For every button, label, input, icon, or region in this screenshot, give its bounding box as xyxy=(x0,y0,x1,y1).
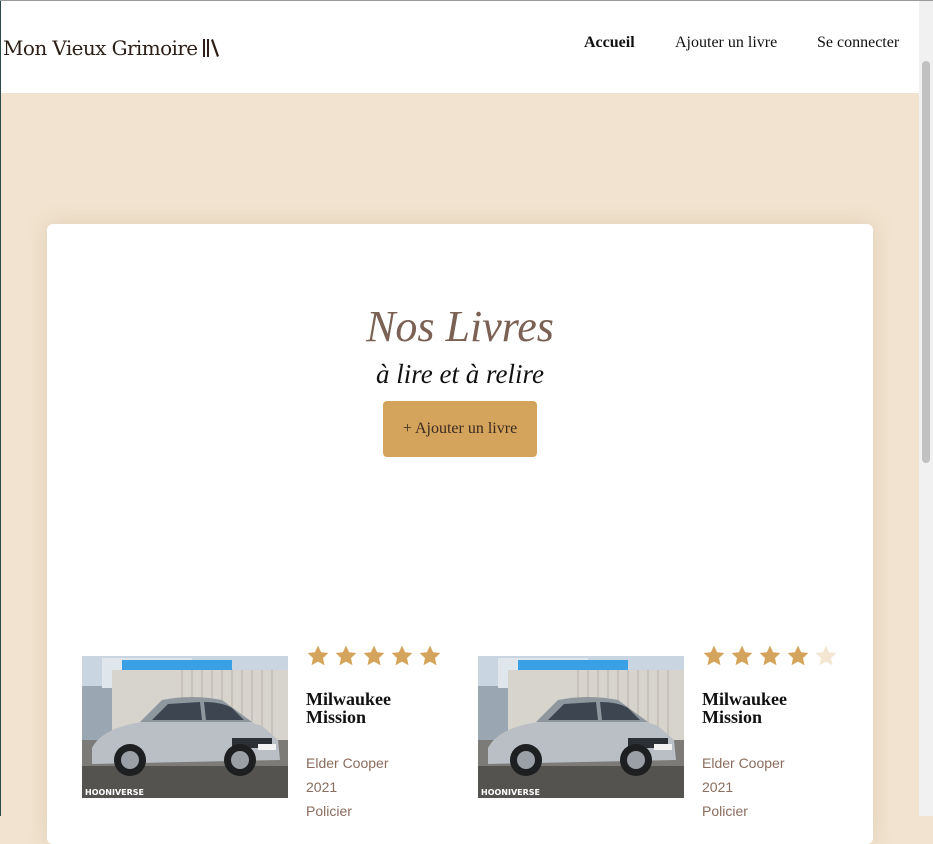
star-icon xyxy=(335,645,357,666)
star-icon xyxy=(787,645,809,666)
star-icon xyxy=(703,645,725,666)
book-card[interactable]: HOONIVERSE Milwaukee Mission Elder Coope… xyxy=(82,644,442,844)
scrollbar-thumb[interactable] xyxy=(922,61,930,463)
book-cover-image: HOONIVERSE xyxy=(478,656,684,798)
star-icon xyxy=(307,645,329,666)
add-book-button[interactable]: + Ajouter un livre xyxy=(383,401,537,457)
star-icon xyxy=(419,645,441,666)
rating-stars xyxy=(306,644,446,674)
star-icon xyxy=(363,645,385,666)
site-header: Mon Vieux Grimoire Accueil Ajouter un li… xyxy=(1,1,919,93)
book-author: Elder Cooper xyxy=(702,755,785,771)
nav-accueil[interactable]: Accueil xyxy=(584,34,635,52)
page-subtitle: à lire et à relire xyxy=(376,359,544,389)
book-title: Milwaukee Mission xyxy=(702,689,787,727)
window-left-border xyxy=(0,1,1,816)
book-genre: Policier xyxy=(702,803,748,819)
book-year: 2021 xyxy=(702,779,734,795)
rating-stars xyxy=(702,644,842,674)
star-icon xyxy=(731,645,753,666)
page-title: Nos Livres xyxy=(366,302,554,351)
book-year: 2021 xyxy=(306,779,338,795)
star-icon xyxy=(391,645,413,666)
books-logo-icon xyxy=(202,38,220,63)
book-card[interactable]: HOONIVERSE Milwaukee Mission Elder Coope… xyxy=(478,644,838,844)
book-genre: Policier xyxy=(306,803,352,819)
nav-ajouter-livre[interactable]: Ajouter un livre xyxy=(675,34,777,52)
svg-text:HOONIVERSE: HOONIVERSE xyxy=(481,788,540,797)
svg-text:HOONIVERSE: HOONIVERSE xyxy=(85,788,144,797)
book-cover-image: HOONIVERSE xyxy=(82,656,288,798)
nav-se-connecter[interactable]: Se connecter xyxy=(817,34,899,52)
vertical-scrollbar[interactable] xyxy=(919,1,933,816)
book-title: Milwaukee Mission xyxy=(306,689,391,727)
star-icon xyxy=(815,645,837,666)
books-card: Nos Livres à lire et à relire + Ajouter … xyxy=(47,224,873,844)
book-author: Elder Cooper xyxy=(306,755,389,771)
logo-text: Mon Vieux Grimoire xyxy=(3,36,198,60)
site-logo[interactable]: Mon Vieux Grimoire xyxy=(3,36,220,63)
star-icon xyxy=(759,645,781,666)
